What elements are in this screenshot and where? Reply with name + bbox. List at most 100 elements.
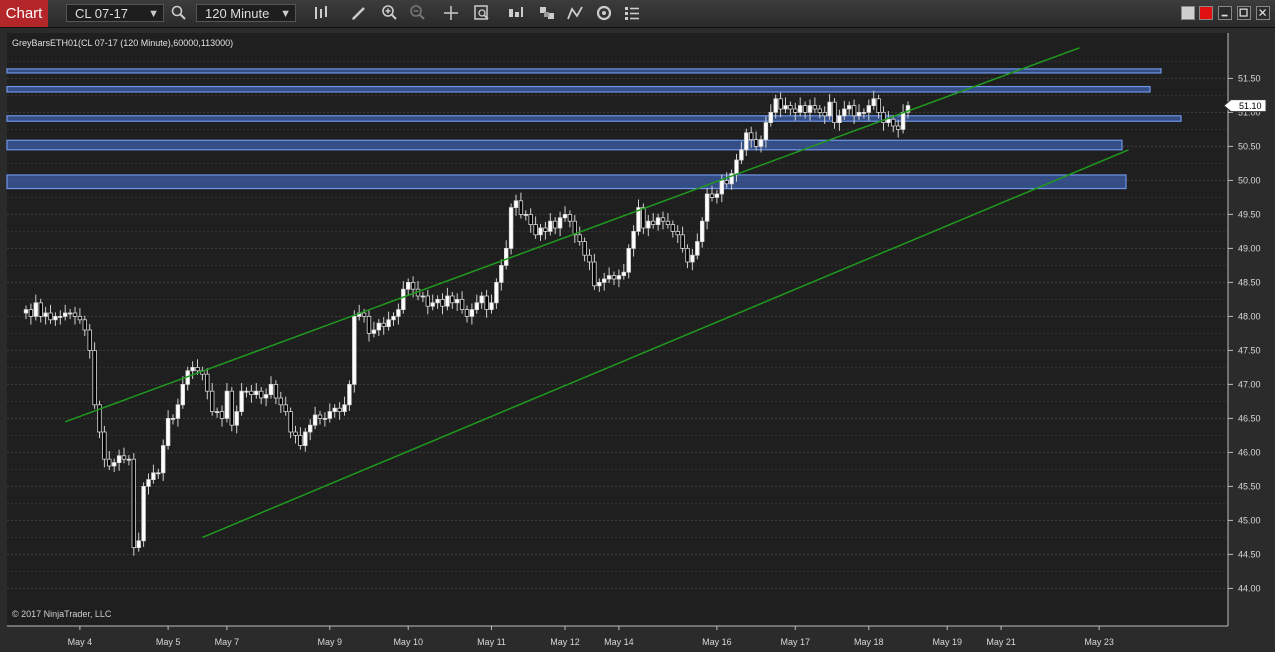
candle-up [513, 200, 519, 209]
zoom-in-icon[interactable] [380, 4, 400, 22]
indicators-icon[interactable] [506, 4, 526, 22]
candle-up [690, 254, 695, 263]
interval-selector[interactable]: 120 Minute ▼ [196, 4, 296, 22]
reload-icon[interactable] [594, 4, 614, 22]
properties-icon[interactable] [622, 4, 642, 22]
candle-down [258, 390, 264, 399]
instrument-selector[interactable]: CL 07-17 ▼ [66, 4, 164, 22]
candle-down [660, 217, 666, 222]
price-chart[interactable]: 44.00 44.50 45.00 45.50 46.00 46.50 47.00 47.50… [0, 28, 1275, 652]
candle-up [312, 414, 318, 426]
candle-down [788, 105, 793, 110]
minimize-button[interactable] [1218, 6, 1232, 20]
candle-down [410, 281, 416, 290]
candle-down [278, 397, 283, 406]
candle-up [156, 472, 161, 475]
candle-up [704, 193, 710, 222]
chevron-down-icon: ▼ [148, 8, 159, 20]
x-tick-label: May 17 [781, 637, 811, 647]
candle-down [709, 193, 715, 198]
candle-up [386, 319, 391, 327]
maximize-button[interactable] [1237, 6, 1251, 20]
candle-up [376, 322, 381, 331]
price-zone[interactable] [6, 115, 1182, 122]
candle-up [597, 281, 602, 287]
candle-down [381, 322, 386, 328]
y-tick-label: 48.00 [1238, 311, 1261, 321]
candle-up [714, 193, 720, 198]
candle-up [768, 112, 773, 124]
candle-up [734, 159, 739, 174]
close-button[interactable] [1256, 6, 1270, 20]
candle-up [474, 302, 479, 310]
candle-up [856, 112, 862, 117]
candle-up [254, 390, 259, 396]
price-zone[interactable] [6, 68, 1162, 74]
candle-up [43, 312, 48, 317]
candle-up [141, 485, 146, 542]
price-zone[interactable] [6, 174, 1127, 190]
data-box-icon[interactable] [472, 4, 492, 22]
strategies-icon[interactable] [537, 4, 557, 22]
candle-up [332, 407, 337, 413]
chart-tab[interactable]: Chart [0, 0, 48, 27]
candle-up [621, 271, 626, 276]
price-zone[interactable] [6, 139, 1123, 151]
candle-up [396, 309, 401, 317]
candle-up [557, 217, 563, 229]
candle-up [165, 417, 171, 446]
candle-up [151, 472, 156, 480]
zoom-out-icon[interactable] [408, 4, 428, 22]
candle-down [219, 411, 225, 419]
candle-down [288, 411, 293, 433]
candle-down [298, 434, 303, 446]
candle-down [425, 295, 430, 307]
candle-down [131, 458, 136, 549]
candle-up [783, 105, 788, 110]
crosshair-icon[interactable] [441, 4, 461, 22]
link-button[interactable] [1199, 6, 1213, 20]
candle-up [847, 105, 852, 110]
candle-down [366, 315, 372, 334]
candle-down [651, 220, 656, 225]
candle-down [817, 108, 822, 113]
candle-up [700, 220, 705, 242]
draw-pencil-icon[interactable] [349, 4, 369, 22]
candle-up [739, 149, 744, 161]
candle-up [773, 98, 778, 113]
drawing-tools-icon[interactable] [565, 4, 585, 22]
x-tick-label: May 23 [1084, 637, 1114, 647]
bar-type-icon[interactable] [311, 4, 331, 22]
candle-up [244, 390, 249, 393]
y-tick-label: 45.00 [1238, 515, 1261, 525]
candle-up [347, 383, 352, 406]
y-tick-label: 47.00 [1238, 379, 1261, 389]
candle-up [112, 462, 117, 467]
candle-up [58, 315, 63, 318]
window-menu-button[interactable] [1181, 6, 1195, 20]
price-axis[interactable] [1228, 33, 1275, 626]
y-tick-label: 50.50 [1238, 141, 1261, 151]
candle-up [479, 295, 484, 304]
candle-up [886, 118, 891, 123]
candle-down [753, 139, 759, 147]
x-tick-label: May 5 [156, 637, 181, 647]
candle-down [528, 213, 533, 225]
candle-up [126, 458, 132, 461]
candle-up [303, 431, 308, 446]
x-tick-label: May 9 [318, 637, 343, 647]
candle-down [82, 319, 87, 331]
x-tick-label: May 11 [477, 637, 506, 647]
x-tick-label: May 4 [68, 637, 93, 647]
candle-down [822, 112, 827, 117]
candle-up [469, 309, 475, 317]
y-tick-label: 50.00 [1238, 175, 1261, 185]
candle-up [454, 298, 460, 304]
candle-down [72, 312, 78, 317]
candle-up [160, 445, 166, 474]
price-zone[interactable] [6, 85, 1151, 93]
candle-up [391, 315, 396, 321]
candle-up [744, 132, 749, 151]
search-icon[interactable] [169, 4, 189, 22]
candle-up [116, 455, 122, 463]
